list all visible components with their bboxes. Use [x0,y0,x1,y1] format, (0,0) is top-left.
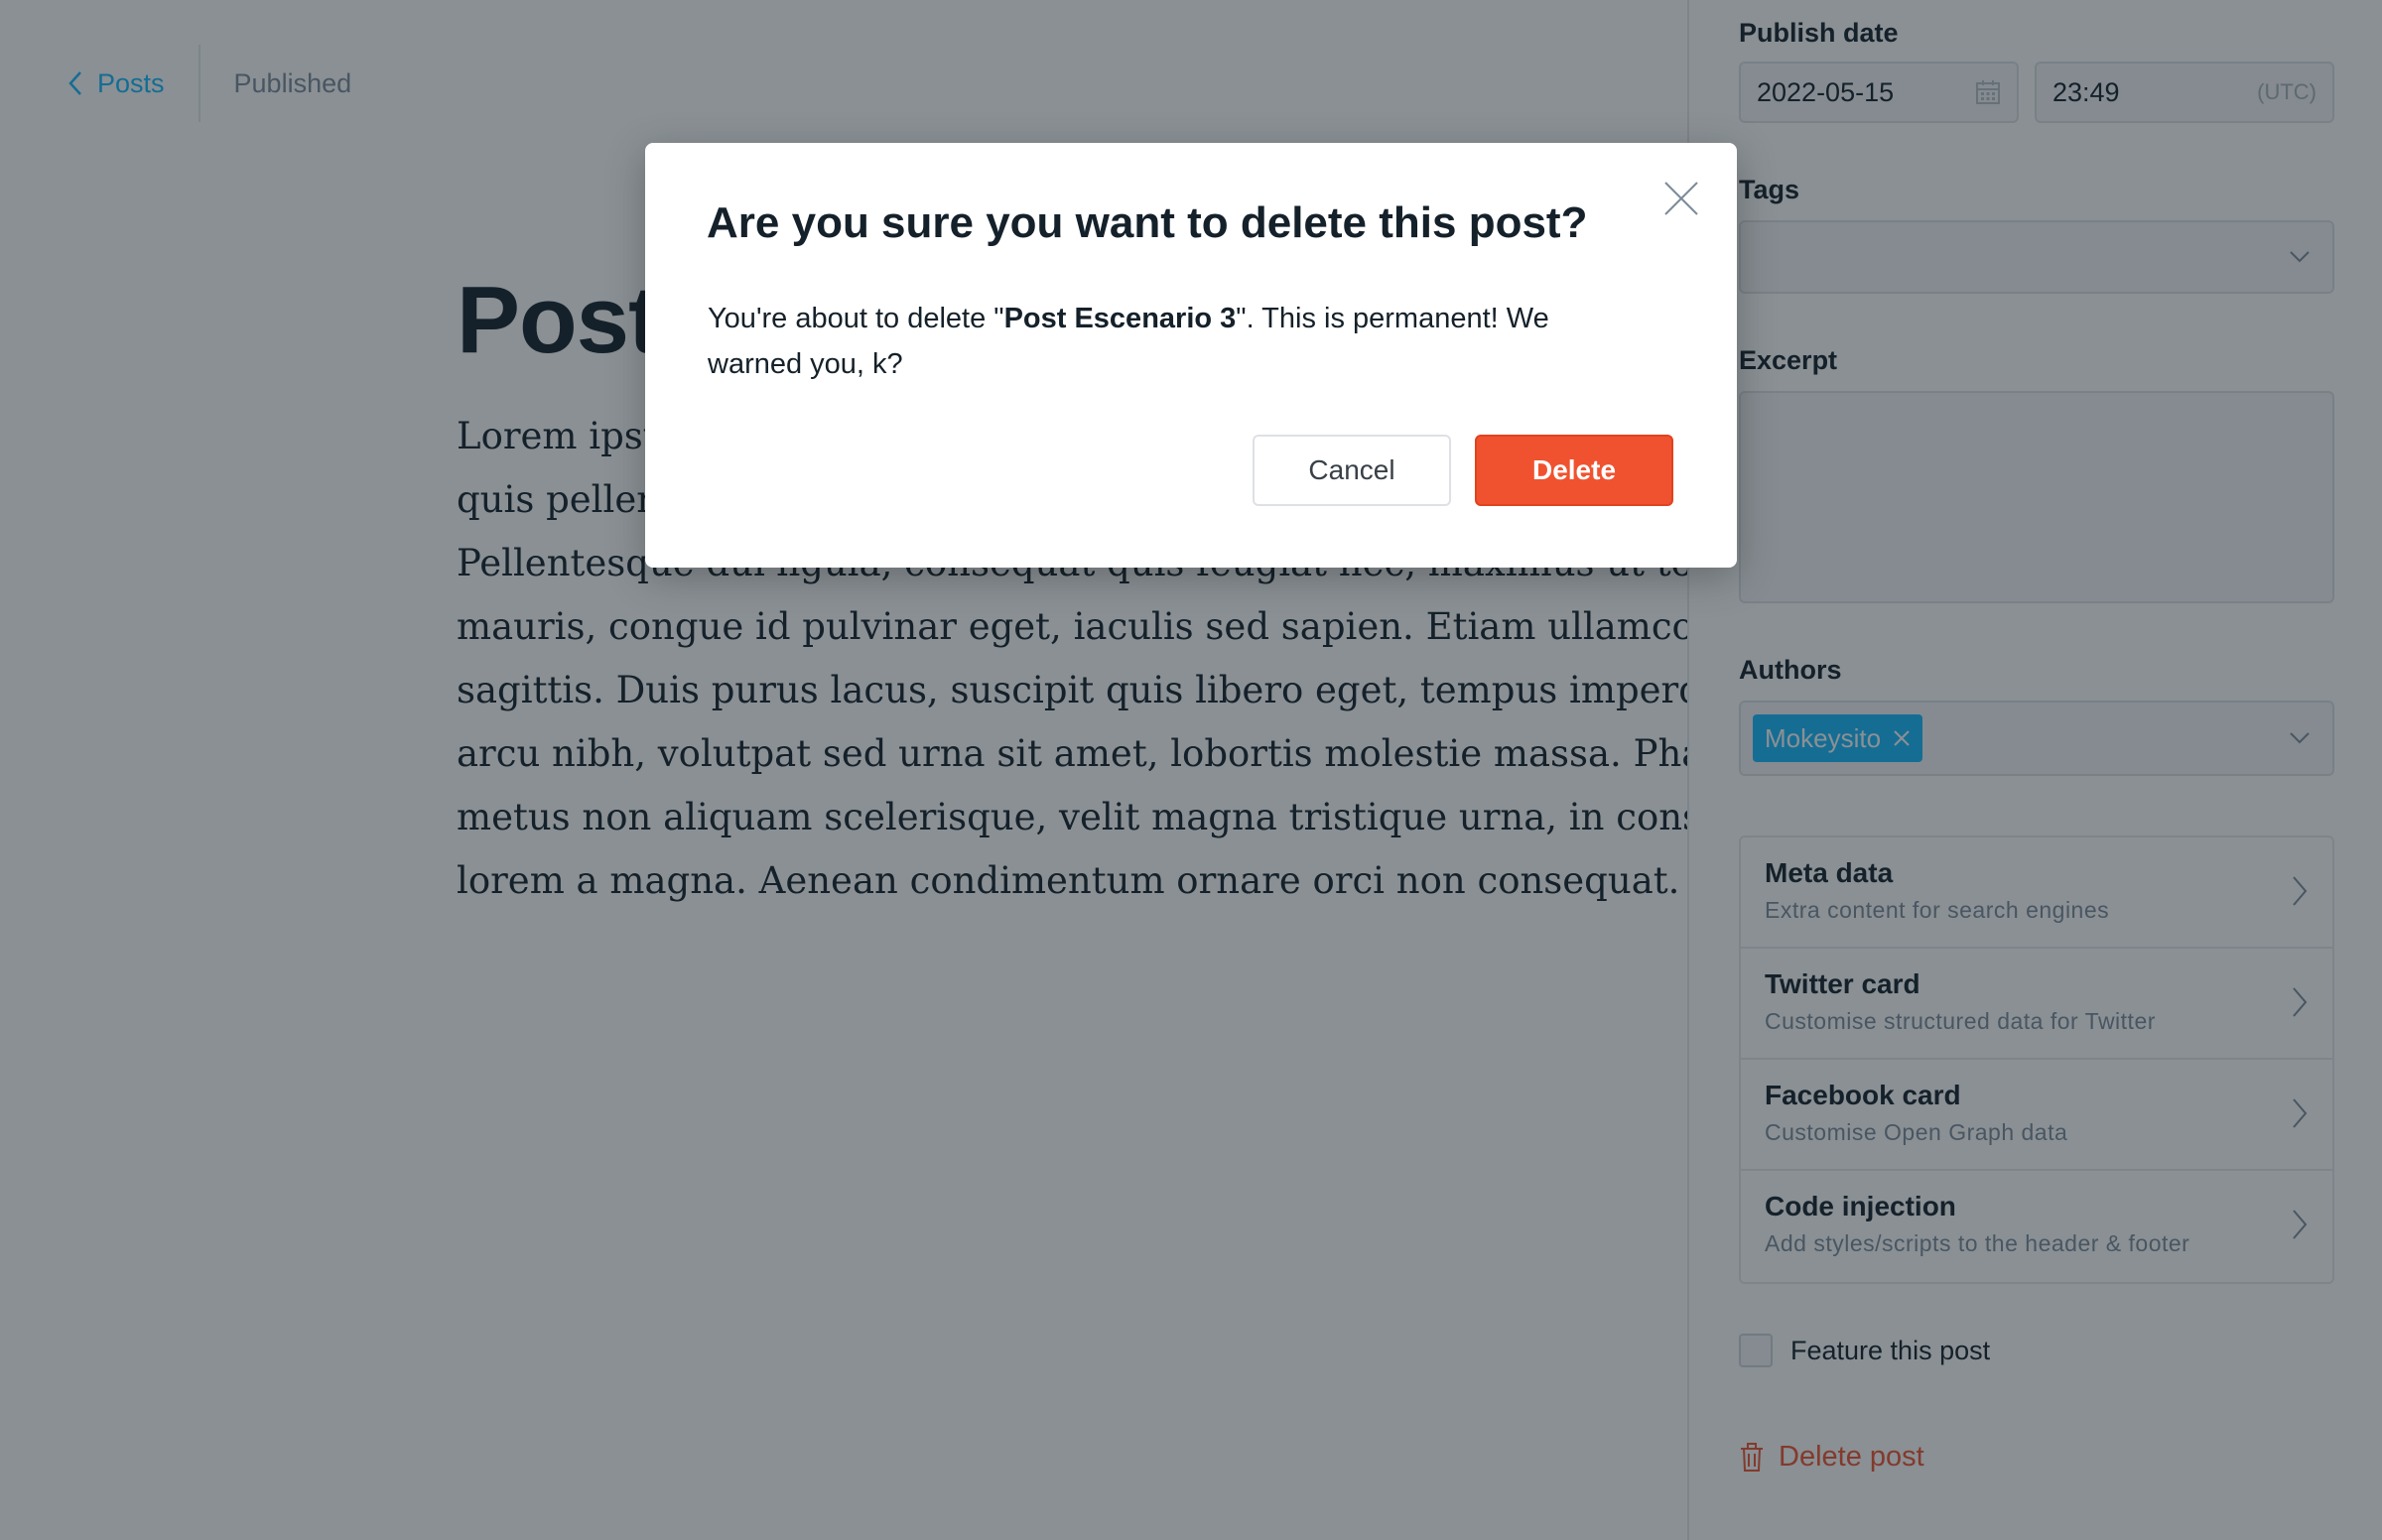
cancel-button[interactable]: Cancel [1253,435,1451,506]
close-icon[interactable] [1661,179,1701,218]
post-name: Post Escenario 3 [1003,303,1237,334]
modal-title: Are you sure you want to delete this pos… [707,198,1588,247]
modal-message: You're about to delete "Post Escenario 3… [708,296,1651,387]
confirm-delete-button[interactable]: Delete [1475,435,1673,506]
delete-confirm-modal: Are you sure you want to delete this pos… [645,143,1737,568]
modal-message-prefix: You're about to delete " [708,303,1004,334]
